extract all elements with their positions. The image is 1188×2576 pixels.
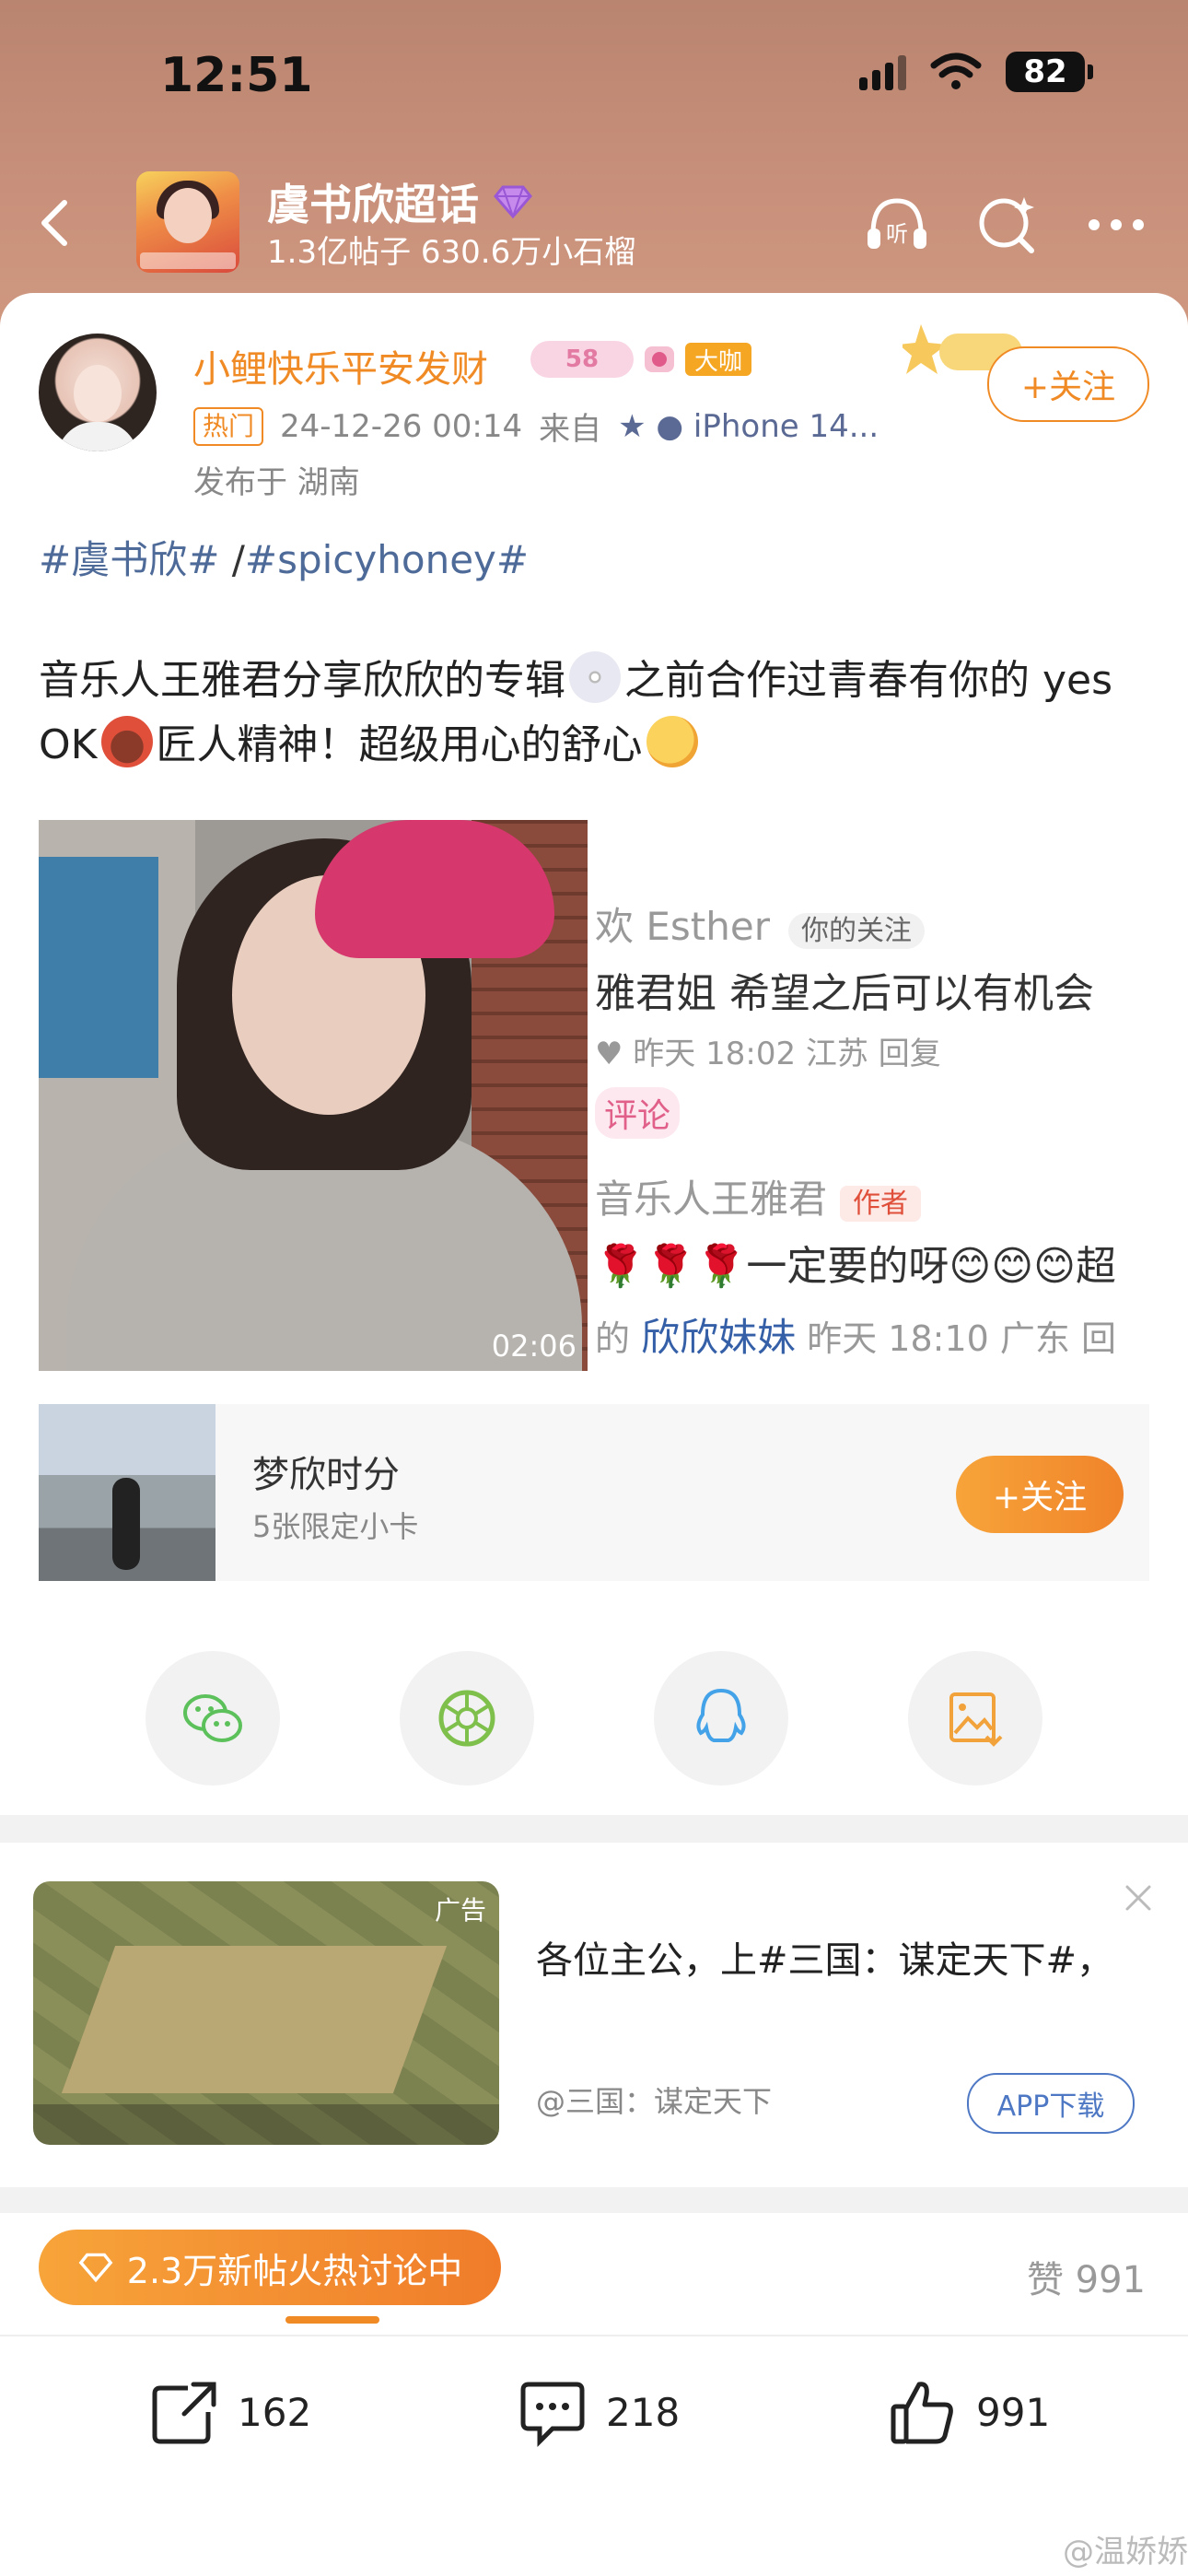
video-thumbnail[interactable]: 02:06 — [39, 820, 588, 1371]
cs-line: 欢 Esther 你的关注 — [595, 896, 925, 952]
comment-screenshot-image[interactable]: 欢 Esther 你的关注 雅君姐 希望之后可以有机会 ♥ 昨天 18:02 江苏… — [588, 820, 1149, 1371]
avatar[interactable] — [39, 334, 157, 451]
gift-badge-icon — [645, 346, 674, 372]
repost-icon — [152, 2382, 216, 2444]
post-card: 小鲤快乐平安发财 58 大咖 热门 24-12-26 00:14 来自 ★ ● … — [0, 293, 1188, 1815]
bottom-area: 2.3万新帖火热讨论中 赞 991 162 218 991 @温娇娇 — [0, 2213, 1188, 2576]
cs-line: 的 欣欣妹妹 昨天 18:10 广东 回 — [595, 1315, 1116, 1360]
ad-card[interactable]: 广告 各位主公，上#三国：谋定天下#， @三国：谋定天下 APP下载 — [0, 1843, 1188, 2187]
topic-title[interactable]: 虞书欣超话 — [267, 171, 534, 232]
cs-line: 音乐人王雅君 作者 — [595, 1168, 922, 1224]
svg-text:听: 听 — [886, 221, 908, 247]
wechat-icon — [183, 1694, 242, 1742]
diamond-icon — [494, 185, 532, 219]
comment-button[interactable]: 218 — [516, 2375, 680, 2449]
back-icon[interactable] — [28, 186, 83, 260]
source-prefix: 来自 — [539, 411, 602, 448]
cs-line: 雅君姐 希望之后可以有机会 — [595, 970, 1094, 1017]
likes-tab[interactable]: 赞 991 — [1027, 2250, 1146, 2303]
device-name: iPhone 14... — [693, 407, 879, 445]
watermark: @温娇娇 — [1063, 2534, 1188, 2570]
post-meta: 热门 24-12-26 00:14 来自 ★ ● iPhone 14... — [193, 404, 879, 449]
fan-card-thumbnail — [39, 1404, 215, 1581]
hashtag-separator: / — [219, 537, 245, 582]
share-qq-button[interactable] — [654, 1651, 788, 1786]
repost-count: 162 — [238, 2389, 312, 2435]
hashtags: #虞书欣# /#spicyhoney# — [39, 529, 529, 585]
wifi-icon — [930, 53, 982, 89]
ad-label: 广告 — [434, 1895, 486, 1926]
ad-title[interactable]: 各位主公，上#三国：谋定天下#， — [536, 1931, 1125, 1990]
comment-icon — [520, 2382, 585, 2448]
post-text: 音乐人王雅君分享欣欣的专辑 之前合作过青春有你的 yes OK 匠人精神！超级用心的… — [39, 649, 1153, 778]
hot-discussion-pill[interactable]: 2.3万新帖火热讨论中 — [39, 2230, 501, 2305]
fan-card-subtitle: 5张限定小卡 — [252, 1509, 419, 1544]
user-badges: 58 大咖 — [530, 341, 752, 378]
post-location: 发布于 湖南 — [193, 464, 360, 501]
follow-button[interactable]: +关注 — [987, 346, 1149, 422]
search-icon[interactable] — [971, 188, 1044, 262]
more-icon[interactable] — [1079, 188, 1153, 262]
video-duration: 02:06 — [491, 1329, 577, 1364]
topic-thumbnail[interactable] — [136, 171, 239, 273]
share-wechat-button[interactable] — [146, 1651, 280, 1786]
share-row — [0, 1651, 1188, 1786]
share-moments-button[interactable] — [400, 1651, 534, 1786]
fan-card[interactable]: 梦欣时分 5张限定小卡 +关注 — [39, 1404, 1149, 1581]
comment-count: 218 — [606, 2389, 681, 2435]
status-icons: 82 — [859, 52, 1093, 92]
ad-source: @三国：谋定天下 — [536, 2084, 773, 2119]
fan-card-follow-button[interactable]: +关注 — [956, 1456, 1124, 1533]
post-text-part: 音乐人王雅君分享欣欣的专辑 — [39, 657, 565, 704]
topic-nav-bar: 虞书欣超话 1.3亿帖子 630.6万小石榴 听 — [0, 166, 1188, 276]
role-badge: 大咖 — [685, 343, 752, 376]
divider — [0, 2335, 1188, 2336]
fan-card-title: 梦欣时分 — [252, 1454, 400, 1496]
hot-tag: 热门 — [193, 406, 264, 446]
status-time: 12:51 — [160, 48, 313, 103]
hashtag-link[interactable]: #spicyhoney# — [245, 537, 529, 582]
tab-indicator — [285, 2316, 379, 2324]
save-image-button[interactable] — [908, 1651, 1042, 1786]
cs-line: 🌹🌹🌹一定要的呀😊😊😊超 — [595, 1243, 1116, 1290]
topic-name-text: 虞书欣超话 — [267, 180, 479, 229]
post-timestamp: 24-12-26 00:14 — [280, 407, 523, 445]
qq-icon — [696, 1688, 746, 1742]
level-badge: 58 — [530, 341, 634, 378]
moments-icon — [438, 1690, 495, 1747]
cs-line: 评论 — [595, 1087, 681, 1139]
listen-icon[interactable]: 听 — [860, 188, 934, 262]
close-icon[interactable] — [1120, 1879, 1157, 1916]
diamond-icon — [78, 2253, 113, 2283]
device-source[interactable]: ★ ● iPhone 14... — [618, 408, 879, 445]
repost-button[interactable]: 162 — [147, 2375, 311, 2449]
hot-pill-text: 2.3万新帖火热讨论中 — [126, 2250, 463, 2291]
thumbs-up-icon — [891, 2382, 953, 2444]
topic-stats: 1.3亿帖子 630.6万小石榴 — [267, 234, 636, 271]
username[interactable]: 小鲤快乐平安发财 — [193, 339, 488, 392]
hashtag-link[interactable]: #虞书欣# — [39, 537, 219, 582]
ad-image[interactable]: 广告 — [33, 1881, 499, 2145]
cd-emoji-icon — [569, 651, 621, 703]
ad-download-button[interactable]: APP下载 — [967, 2073, 1135, 2134]
signal-icon — [859, 53, 906, 90]
like-count: 991 — [976, 2389, 1051, 2435]
battery-indicator: 82 — [1006, 52, 1093, 92]
save-image-icon — [949, 1692, 1003, 1747]
heart-eyes-emoji-icon — [646, 716, 698, 767]
cs-line: ♥ 昨天 18:02 江苏 回复 — [595, 1036, 941, 1072]
like-button[interactable]: 991 — [886, 2375, 1050, 2449]
post-text-part: 匠人精神！超级用心的舒心 — [156, 721, 643, 768]
hat-emoji-icon — [100, 716, 153, 767]
